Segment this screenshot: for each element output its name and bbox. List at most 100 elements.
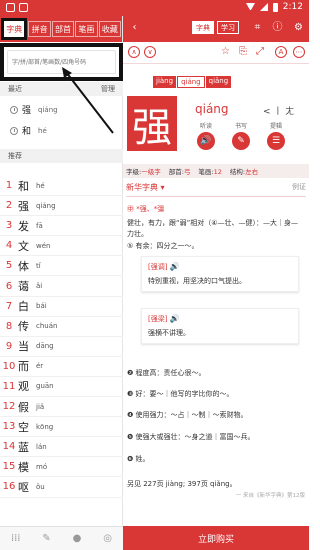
list-item[interactable]: 1 和 hé (0, 176, 123, 197)
item-number: 3 (5, 220, 13, 232)
fullscreen-icon[interactable]: ⤢ (256, 46, 264, 57)
speaker-icon[interactable]: 🔊 (170, 262, 180, 271)
definition-6: ❻ 姓。 (127, 455, 150, 463)
item-char: 文 (18, 239, 29, 253)
recent-title: 最近 (8, 85, 22, 93)
previous-icon[interactable]: ∧ (128, 46, 140, 58)
item-number: 1 (5, 180, 13, 192)
info-icon[interactable]: ⓘ (272, 22, 283, 33)
pinyin-chip[interactable]: qiǎng (205, 76, 232, 88)
write-action[interactable]: 书写 ✎ (228, 121, 254, 150)
list-item[interactable]: 3 发 fā (0, 216, 123, 237)
item-number: 14 (2, 441, 16, 453)
tab-shoucang[interactable]: 收藏 (98, 21, 122, 37)
listen-action[interactable]: 听读 🔊 (193, 121, 219, 150)
pinyin-chip-active[interactable]: qiáng (177, 76, 205, 88)
share-icon[interactable]: ⎘ (239, 46, 247, 57)
recommend-list: 1 和 hé 2 强 qiáng 3 发 fā 4 文 wén 5 体 tǐ 6 蔼 ǎi 7 白 bái … (0, 176, 123, 498)
recent-char: 强 (22, 106, 32, 116)
notes-action[interactable]: 提辑 ☰ (263, 121, 289, 150)
word-card-tag: [强调] (148, 263, 168, 271)
favorite-star-icon[interactable]: ☆ (221, 46, 230, 57)
status-notification-icons (6, 3, 28, 12)
action-label: 提辑 (269, 123, 282, 130)
list-item[interactable]: 14 蓝 lán (0, 437, 123, 458)
recommend-header: 推荐 (0, 149, 123, 163)
recent-char: 和 (22, 127, 32, 137)
item-number: 8 (5, 320, 13, 332)
item-pinyin: qiáng (36, 201, 56, 210)
tab-bihua[interactable]: 笔画 (75, 21, 98, 37)
left-panel: 字典 拼音 部首 笔画 收藏 最近 管理 强 qiáng 和 hé 推荐 1和h… (0, 16, 123, 550)
item-pinyin: ér (36, 362, 44, 371)
word-card[interactable]: [强调] 🔊 特别重视，用坚决的口气提出。 (141, 256, 299, 292)
see-also[interactable]: 另见 227页 jiàng; 397页 qiǎng。 (127, 479, 305, 490)
item-pinyin: jiǎ (36, 402, 45, 411)
left-bottom-toolbar: ⁞⁞⁞ ✎ ● ◎ (0, 526, 123, 550)
list-item[interactable]: 11 观 guān (0, 377, 123, 398)
tab-bushou[interactable]: 部首 (51, 21, 75, 37)
item-pinyin: ǎi (36, 282, 43, 291)
speaker-icon: 🔊 (197, 132, 215, 150)
list-item[interactable]: 6 蔼 ǎi (0, 276, 123, 297)
list-item[interactable]: 15 模 mó (0, 457, 123, 478)
list-item[interactable]: 12 假 jiǎ (0, 397, 123, 418)
list-item[interactable]: 5 体 tǐ (0, 256, 123, 277)
item-number: 7 (5, 300, 13, 312)
item-number: 15 (2, 461, 16, 473)
recent-item[interactable]: 强 qiáng (10, 103, 58, 116)
manage-button[interactable]: 管理 (101, 84, 115, 94)
dictionary-source-dropdown[interactable]: 新华字典 ▾ (126, 182, 165, 193)
buy-now-button[interactable]: 立即购买 (123, 526, 309, 550)
item-char: 呕 (18, 480, 29, 494)
list-item[interactable]: 10 而 ér (0, 357, 123, 377)
back-icon[interactable]: ‹ (129, 22, 140, 33)
mode-tabs: 字典 拼音 部首 笔画 收藏 (0, 16, 122, 42)
tab-zidian[interactable]: 字典 (1, 18, 28, 40)
item-char: 而 (18, 360, 29, 374)
list-item[interactable]: 9 当 dāng (0, 337, 123, 357)
item-pinyin: chuán (36, 322, 58, 331)
item-char: 当 (18, 340, 29, 354)
pinyin-chip[interactable]: jiàng (153, 76, 177, 88)
info-label: 部首: (168, 168, 184, 176)
study-button[interactable]: 学习 (217, 21, 239, 34)
recent-pinyin: hé (38, 126, 47, 135)
item-number: 2 (5, 200, 13, 212)
item-number: 11 (2, 380, 16, 392)
list-item[interactable]: 13 空 kōng (0, 417, 123, 438)
recent-item[interactable]: 和 hé (10, 124, 47, 137)
dictionary-button[interactable]: 字典 (192, 21, 214, 34)
item-number: 6 (5, 280, 13, 292)
microphone-icon[interactable]: ● (73, 533, 82, 544)
example-toggle[interactable]: 例证 (292, 182, 306, 193)
search-input[interactable] (7, 50, 116, 74)
tab-pinyin[interactable]: 拼音 (28, 21, 51, 37)
list-item[interactable]: 16 呕 ǒu (0, 477, 123, 498)
item-pinyin: ǒu (36, 482, 45, 491)
handwrite-grid-icon[interactable]: ⁞⁞⁞ (11, 533, 21, 544)
definition-4: ❹ 使用强力：～占｜～制｜～索财物。 (127, 411, 248, 419)
list-item[interactable]: 8 传 chuán (0, 317, 123, 337)
item-pinyin: kōng (36, 422, 54, 431)
entry-actions: 听读 🔊 书写 ✎ 提辑 ☰ (193, 121, 289, 150)
scan-icon[interactable]: ⌗ (252, 22, 263, 33)
word-card[interactable]: [强梁] 🔊 强横不讲理。 (141, 308, 299, 344)
item-char: 模 (18, 460, 29, 474)
list-item[interactable]: 7 白 bái (0, 297, 123, 317)
item-char: 蓝 (18, 440, 29, 454)
speaker-icon[interactable]: 🔊 (170, 314, 180, 323)
pencil-icon: ✎ (232, 132, 250, 150)
more-icon[interactable]: ⋯ (293, 46, 305, 58)
settings-icon[interactable]: ⚙ (293, 22, 304, 33)
item-char: 假 (18, 400, 29, 414)
list-item[interactable]: 2 强 qiáng (0, 196, 123, 217)
item-char: 白 (18, 300, 29, 314)
next-icon[interactable]: ∨ (144, 46, 156, 58)
word-card-text: 特别重视，用坚决的口气提出。 (148, 277, 246, 285)
list-icon: ☰ (267, 132, 285, 150)
camera-icon[interactable]: ◎ (103, 533, 112, 544)
font-size-icon[interactable]: A (275, 46, 287, 58)
list-item[interactable]: 4 文 wén (0, 236, 123, 257)
pen-icon[interactable]: ✎ (42, 533, 50, 544)
